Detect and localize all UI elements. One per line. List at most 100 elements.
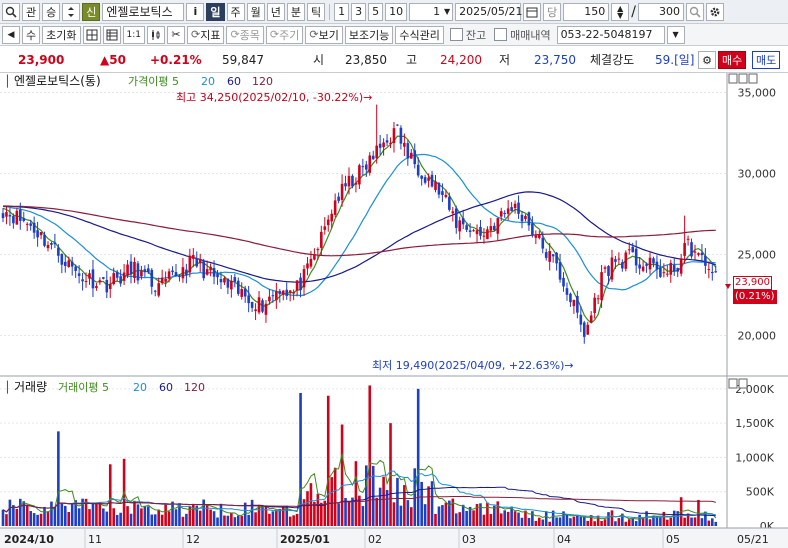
volume-bar bbox=[164, 503, 167, 526]
today-button[interactable]: 당 bbox=[543, 2, 562, 21]
candle-body bbox=[676, 268, 679, 272]
candle-body bbox=[198, 259, 202, 264]
period-minute-tab[interactable]: 분 bbox=[286, 2, 305, 21]
period-day-tab[interactable]: 일 bbox=[206, 2, 225, 21]
balance-checkbox[interactable]: 잔고 bbox=[449, 27, 486, 43]
candle-body bbox=[299, 277, 302, 290]
volume-bar bbox=[347, 501, 351, 526]
candle-body bbox=[385, 140, 389, 143]
minute-10-button[interactable]: 10 bbox=[385, 2, 408, 21]
trade-history-checkbox[interactable]: 매매내역 bbox=[494, 27, 551, 43]
volume-bar bbox=[140, 508, 143, 526]
candle-body bbox=[527, 212, 531, 226]
strength-value: 59.[일] bbox=[655, 53, 695, 67]
volume-bar bbox=[614, 521, 617, 526]
interval-select[interactable]: 1 ▼ bbox=[409, 2, 454, 21]
candle-body bbox=[88, 273, 91, 279]
buy-button[interactable]: 매수 bbox=[718, 51, 747, 69]
candle-body bbox=[524, 215, 527, 220]
view-button[interactable]: ⟳ 보기 bbox=[305, 25, 343, 44]
volume-bar bbox=[306, 491, 309, 526]
volume-bar bbox=[586, 520, 590, 526]
candle-body bbox=[423, 177, 427, 183]
candle-body bbox=[569, 293, 572, 303]
stock-name-field[interactable]: 엔젤로보틱스 bbox=[102, 2, 185, 21]
volume-bar bbox=[365, 465, 368, 526]
date-tick-label: 04 bbox=[557, 533, 571, 546]
candle-body bbox=[330, 213, 333, 222]
count-spinner[interactable]: ▲ ▼ bbox=[611, 2, 630, 21]
volume-bar bbox=[230, 512, 233, 526]
legend-vma60: 60 bbox=[159, 381, 173, 394]
collapse-arrow-icon[interactable]: ◀ bbox=[2, 25, 20, 44]
indicator-button[interactable]: ⟳ 지표 bbox=[186, 25, 225, 44]
su-button[interactable]: 수 bbox=[22, 25, 41, 44]
minute-1-button[interactable]: 1 bbox=[334, 2, 350, 21]
volume-bar bbox=[683, 517, 686, 526]
date-input[interactable]: 2025/05/21 bbox=[455, 2, 523, 21]
gear-icon[interactable]: ⚙ bbox=[698, 51, 716, 69]
candle-body bbox=[178, 276, 181, 278]
calendar-icon[interactable] bbox=[523, 2, 542, 21]
candle-body bbox=[448, 196, 451, 210]
candle-body bbox=[212, 268, 216, 277]
minute-5-button[interactable]: 5 bbox=[368, 2, 384, 21]
candle-body bbox=[641, 266, 645, 271]
sort-arrows-icon[interactable] bbox=[62, 2, 81, 21]
volume-bar bbox=[271, 511, 275, 526]
volume-bar bbox=[413, 468, 417, 526]
table-icon[interactable] bbox=[102, 25, 121, 44]
gwan-button[interactable]: 관 bbox=[22, 2, 41, 21]
account-select[interactable]: 053-22-5048197 bbox=[556, 25, 665, 44]
period-month-tab[interactable]: 월 bbox=[246, 2, 265, 21]
volume-bar bbox=[233, 517, 237, 526]
period-year-tab[interactable]: 년 bbox=[266, 2, 285, 21]
volume-bar bbox=[437, 506, 441, 526]
candle-body bbox=[683, 243, 686, 256]
gear-icon[interactable] bbox=[705, 2, 724, 21]
formula-manager-button[interactable]: 수식관리 bbox=[395, 25, 444, 44]
candle-body bbox=[351, 175, 354, 187]
minute-3-button[interactable]: 3 bbox=[351, 2, 367, 21]
candle-body bbox=[340, 183, 344, 200]
aux-function-button[interactable]: 보조기능 bbox=[344, 25, 394, 44]
info-button[interactable]: i bbox=[186, 2, 205, 21]
display-count-input[interactable]: 150 bbox=[563, 2, 610, 21]
chevron-down-icon[interactable]: ▼ bbox=[666, 25, 685, 44]
candle-body bbox=[551, 254, 555, 257]
volume-bar bbox=[569, 518, 572, 526]
volume-bar bbox=[534, 520, 538, 526]
period-tick-tab[interactable]: 틱 bbox=[307, 2, 326, 21]
candle-body bbox=[233, 277, 237, 282]
zoom-search-icon[interactable] bbox=[685, 2, 704, 21]
candle-body bbox=[136, 263, 140, 281]
volume-bar bbox=[399, 505, 403, 526]
candle-body bbox=[368, 155, 372, 173]
candle-body bbox=[468, 230, 472, 232]
total-count-input[interactable]: 300 bbox=[637, 2, 684, 21]
sell-button[interactable]: 매도 bbox=[752, 51, 781, 69]
search-icon[interactable] bbox=[2, 2, 20, 21]
candle-body bbox=[32, 222, 36, 233]
candle-body bbox=[558, 262, 562, 280]
seung-button[interactable]: 승 bbox=[42, 2, 61, 21]
ratio-button[interactable]: 1:1 bbox=[122, 25, 145, 44]
volume-bar bbox=[129, 513, 133, 526]
period-button[interactable]: ⟳ 주기 bbox=[265, 25, 304, 44]
candle-body bbox=[95, 286, 98, 289]
reset-button[interactable]: 초기화 bbox=[42, 25, 81, 44]
candle-body bbox=[129, 261, 133, 275]
price-pane-controls[interactable] bbox=[728, 73, 758, 84]
scissors-icon[interactable]: ✂ bbox=[166, 25, 185, 44]
item-button[interactable]: ⟳ 종목 bbox=[226, 25, 264, 44]
candle-type-icon[interactable] bbox=[146, 25, 165, 44]
stock-chart[interactable]: 35,00030,00025,00020,000 2,000K1,500K1,0… bbox=[0, 73, 788, 548]
candle-body bbox=[607, 266, 610, 277]
candle-body bbox=[711, 271, 714, 274]
candle-body bbox=[361, 166, 365, 168]
volume-bar bbox=[513, 511, 517, 526]
grid-icon[interactable] bbox=[82, 25, 101, 44]
candle-body bbox=[704, 255, 707, 266]
new-listing-button[interactable]: 신 bbox=[82, 2, 101, 21]
period-week-tab[interactable]: 주 bbox=[226, 2, 245, 21]
